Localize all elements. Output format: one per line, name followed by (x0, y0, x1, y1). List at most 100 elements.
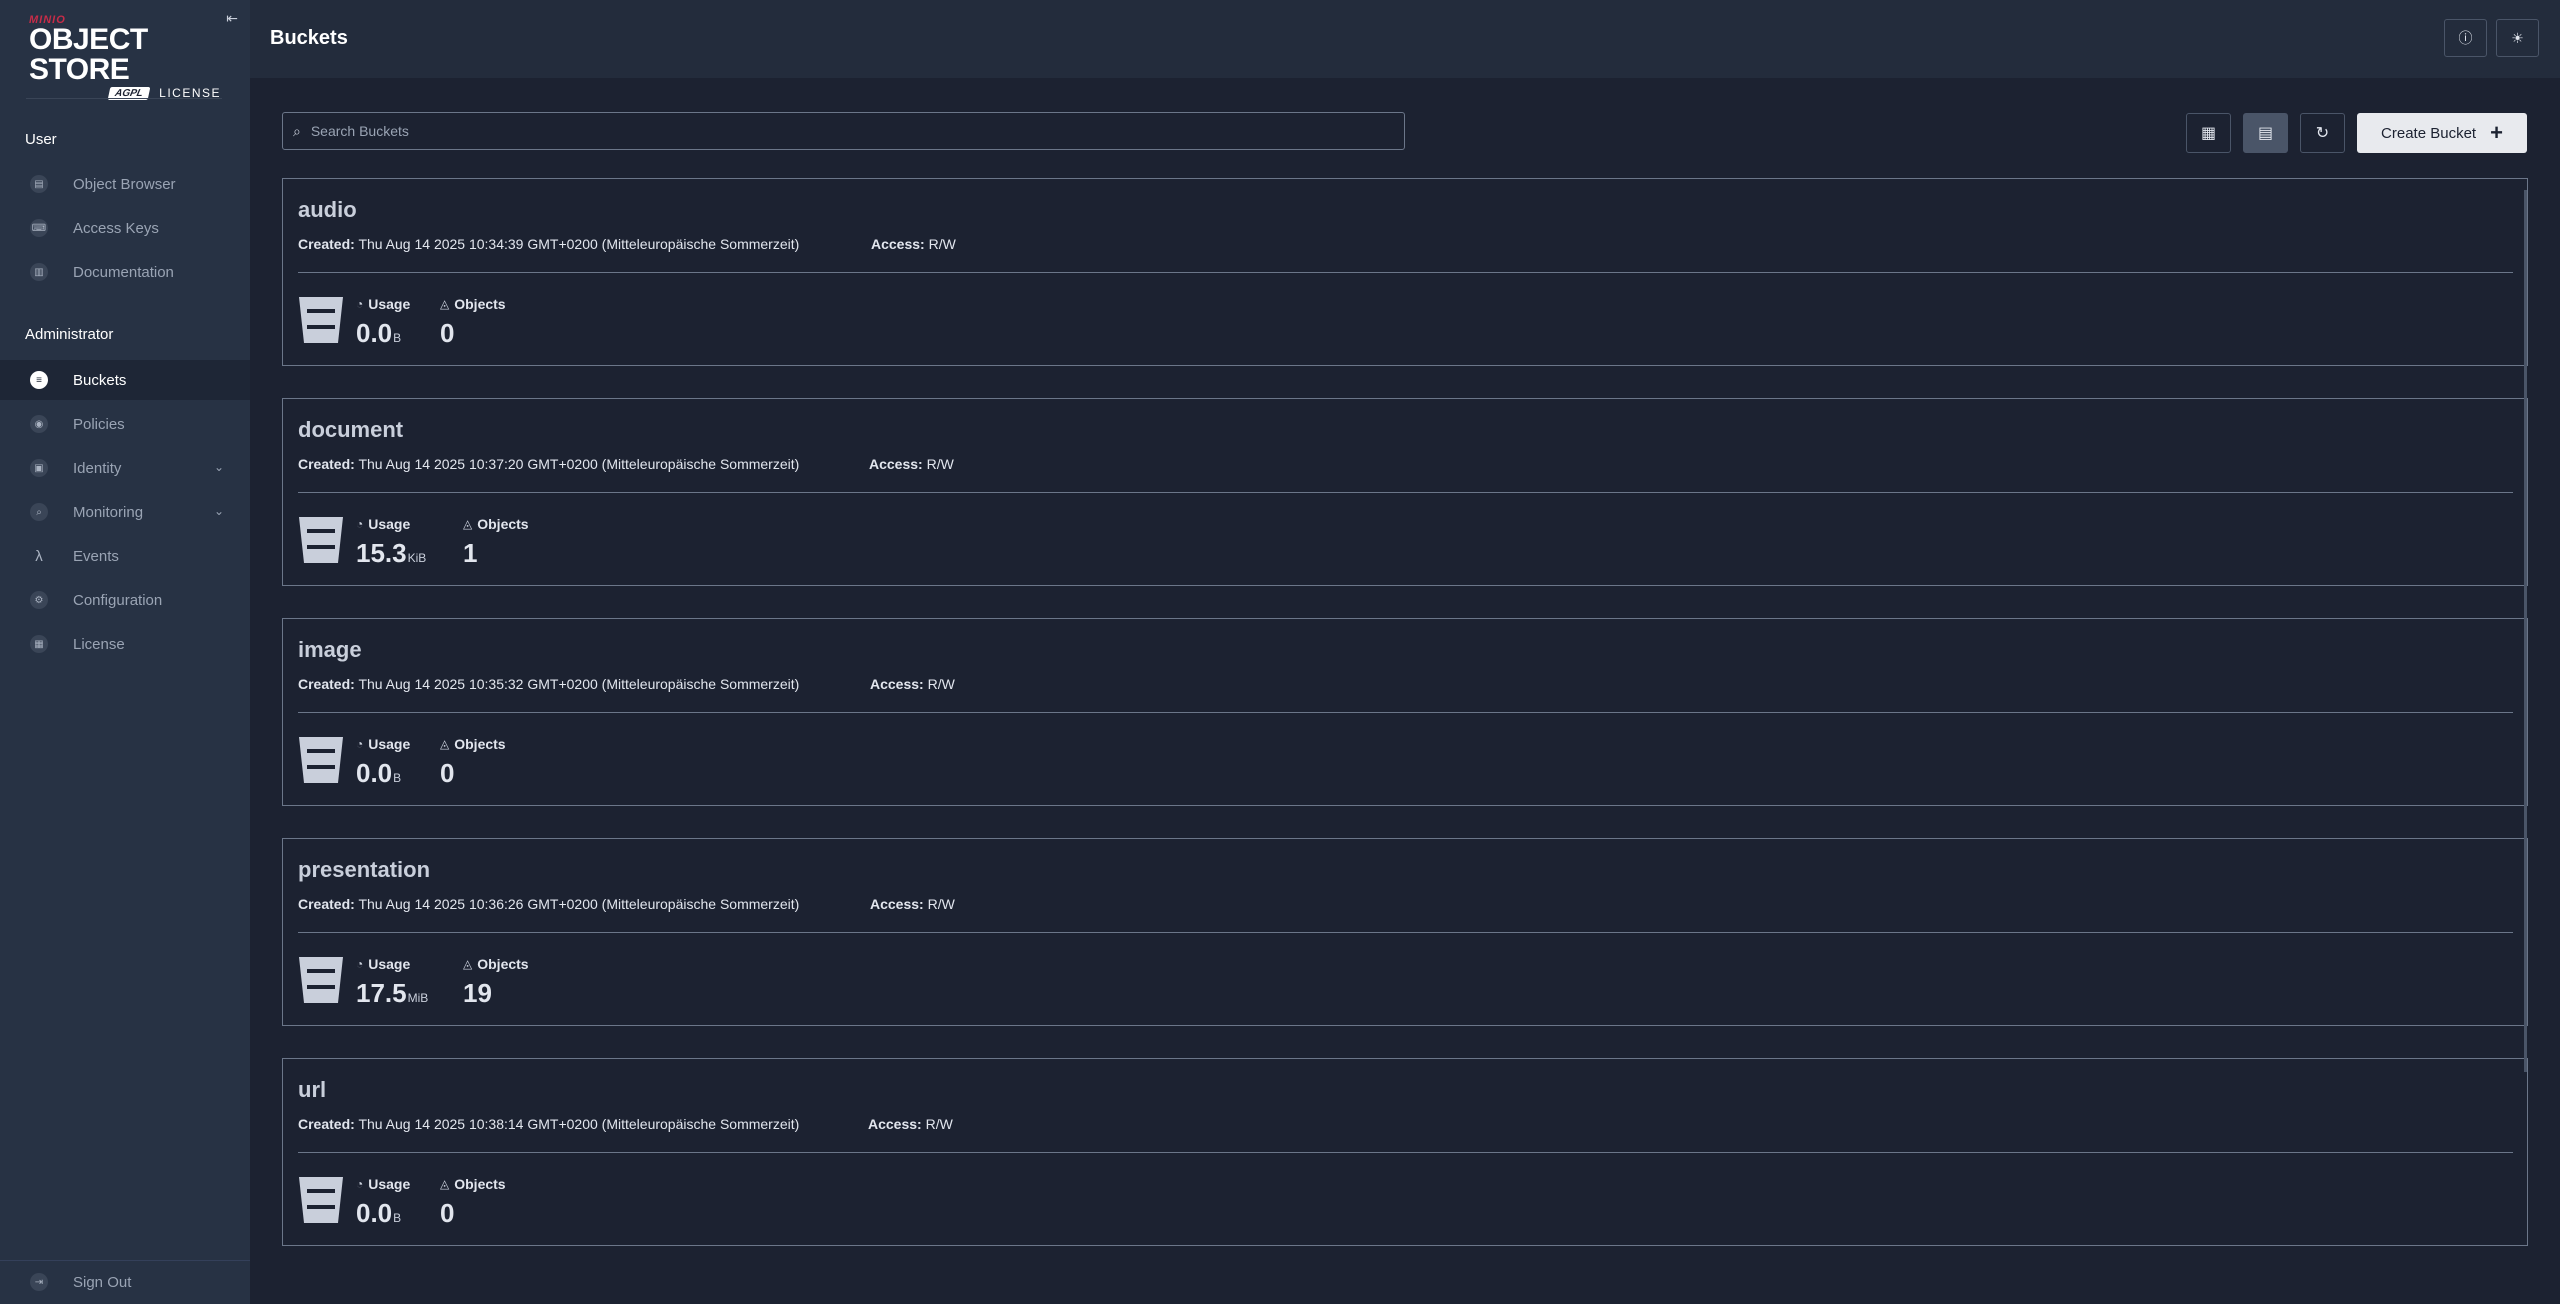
access-label: Access: (870, 896, 924, 912)
create-bucket-label: Create Bucket (2381, 124, 2477, 142)
objects-stat: ◬ Objects 0 (440, 296, 506, 349)
sidebar-item-identity[interactable]: ▣ Identity ⌄ (0, 448, 250, 488)
usage-unit: B (393, 1211, 402, 1225)
sidebar-item-buckets[interactable]: ≡ Buckets (0, 360, 250, 400)
policies-icon: ◉ (30, 415, 48, 433)
license-icon: ▦ (30, 635, 48, 653)
configuration-icon: ⚙ (30, 591, 48, 609)
bucket-card[interactable]: document Created: Thu Aug 14 2025 10:37:… (282, 398, 2528, 586)
bucket-icon (299, 957, 343, 1003)
usage-value: 0.0 (356, 318, 393, 348)
bucket-card[interactable]: url Created: Thu Aug 14 2025 10:38:14 GM… (282, 1058, 2528, 1246)
bucket-created: Created: Thu Aug 14 2025 10:38:14 GMT+02… (298, 1116, 799, 1132)
bucket-access: Access: R/W (871, 236, 956, 252)
minio-logo[interactable]: MINIO OBJECT STORE AGPL LICENSE (29, 14, 229, 100)
usage-value: 15.3 (356, 538, 407, 568)
sidebar-item-policies[interactable]: ◉ Policies (0, 404, 250, 444)
access-label: Access: (870, 676, 924, 692)
divider (298, 272, 2513, 273)
usage-icon: ◔ (356, 957, 364, 971)
sidebar-item-label: Events (73, 547, 119, 565)
objects-icon: ◬ (440, 1177, 450, 1191)
sidebar-item-license[interactable]: ▦ License (0, 624, 250, 664)
objects-icon: ◬ (440, 737, 450, 751)
logo-main-text: OBJECT STORE (29, 23, 148, 86)
sidebar-item-label: Buckets (73, 371, 127, 389)
usage-label: Usage (368, 516, 411, 532)
objects-value: 19 (463, 978, 492, 1008)
objects-label: Objects (454, 1176, 506, 1192)
chevron-down-icon: ⌄ (213, 504, 224, 518)
objects-icon: ◬ (463, 957, 473, 971)
created-value: Thu Aug 14 2025 10:37:20 GMT+0200 (Mitte… (358, 456, 800, 472)
created-label: Created: (298, 676, 355, 692)
bucket-access: Access: R/W (870, 676, 955, 692)
search-icon: ⌕ (293, 122, 301, 139)
theme-toggle-icon: ☀ (2511, 29, 2524, 46)
object-browser-icon: ▤ (30, 175, 48, 193)
sidebar-item-documentation[interactable]: ▥ Documentation (0, 252, 250, 292)
sidebar-item-label: Identity (73, 459, 122, 477)
usage-stat: ◔ Usage 0.0B (356, 1176, 410, 1229)
sidebar-item-events[interactable]: λ Events (0, 536, 250, 576)
search-bar: ⌕ (282, 112, 1405, 150)
usage-label: Usage (368, 956, 411, 972)
created-label: Created: (298, 896, 355, 912)
sign-out-icon: ⇥ (30, 1273, 48, 1291)
created-value: Thu Aug 14 2025 10:38:14 GMT+0200 (Mitte… (358, 1116, 800, 1132)
usage-unit: B (393, 331, 402, 345)
access-keys-icon: ⌨ (30, 219, 48, 237)
list-view-button[interactable]: ▤ (2243, 113, 2288, 153)
objects-stat: ◬ Objects 0 (440, 736, 506, 789)
theme-toggle-button[interactable]: ☀ (2496, 19, 2539, 57)
bucket-access: Access: R/W (868, 1116, 953, 1132)
monitoring-icon: ⌕ (30, 503, 48, 521)
usage-label: Usage (368, 296, 411, 312)
sidebar-item-label: Access Keys (73, 219, 159, 237)
usage-stat: ◔ Usage 15.3KiB (356, 516, 426, 569)
usage-value: 0.0 (356, 758, 393, 788)
sidebar-item-monitoring[interactable]: ⌕ Monitoring ⌄ (0, 492, 250, 532)
sidebar-item-configuration[interactable]: ⚙ Configuration (0, 580, 250, 620)
usage-unit: KiB (407, 551, 427, 565)
created-label: Created: (298, 1116, 355, 1132)
bucket-icon (299, 297, 343, 343)
usage-value: 0.0 (356, 1198, 393, 1228)
collapse-sidebar-icon[interactable]: ⇤ (224, 10, 240, 26)
created-value: Thu Aug 14 2025 10:36:26 GMT+0200 (Mitte… (358, 896, 800, 912)
refresh-icon: ↻ (2315, 125, 2330, 142)
sidebar-item-access-keys[interactable]: ⌨ Access Keys (0, 208, 250, 248)
access-label: Access: (871, 236, 925, 252)
identity-icon: ▣ (30, 459, 48, 477)
page-title: Buckets (270, 27, 348, 49)
created-label: Created: (298, 236, 355, 252)
create-bucket-button[interactable]: Create Bucket + (2357, 113, 2527, 153)
bucket-card[interactable]: image Created: Thu Aug 14 2025 10:35:32 … (282, 618, 2528, 806)
bucket-name: url (298, 1077, 327, 1102)
refresh-button[interactable]: ↻ (2300, 113, 2345, 153)
divider (26, 98, 222, 99)
sidebar-item-label: Monitoring (73, 503, 144, 521)
grid-view-button[interactable]: ▦ (2186, 113, 2231, 153)
objects-value: 0 (440, 318, 455, 348)
sign-out-button[interactable]: ⇥ Sign Out (0, 1262, 250, 1302)
grid-icon: ▦ (2200, 125, 2217, 142)
usage-unit: MiB (407, 991, 429, 1005)
created-label: Created: (298, 456, 355, 472)
sidebar-item-object-browser[interactable]: ▤ Object Browser (0, 164, 250, 204)
objects-label: Objects (477, 956, 529, 972)
scrollbar[interactable] (2524, 190, 2527, 1072)
bucket-card[interactable]: audio Created: Thu Aug 14 2025 10:34:39 … (282, 178, 2528, 366)
lambda-icon: λ (35, 547, 43, 565)
bucket-access: Access: R/W (869, 456, 954, 472)
search-input[interactable] (310, 123, 1361, 139)
objects-label: Objects (454, 296, 506, 312)
bucket-created: Created: Thu Aug 14 2025 10:36:26 GMT+02… (298, 896, 799, 912)
bucket-created: Created: Thu Aug 14 2025 10:35:32 GMT+02… (298, 676, 799, 692)
access-value: R/W (928, 236, 956, 252)
objects-value: 1 (463, 538, 478, 568)
usage-stat: ◔ Usage 0.0B (356, 296, 410, 349)
bucket-card[interactable]: presentation Created: Thu Aug 14 2025 10… (282, 838, 2528, 1026)
help-button[interactable]: ⓘ (2444, 19, 2487, 57)
bucket-created: Created: Thu Aug 14 2025 10:34:39 GMT+02… (298, 236, 799, 252)
